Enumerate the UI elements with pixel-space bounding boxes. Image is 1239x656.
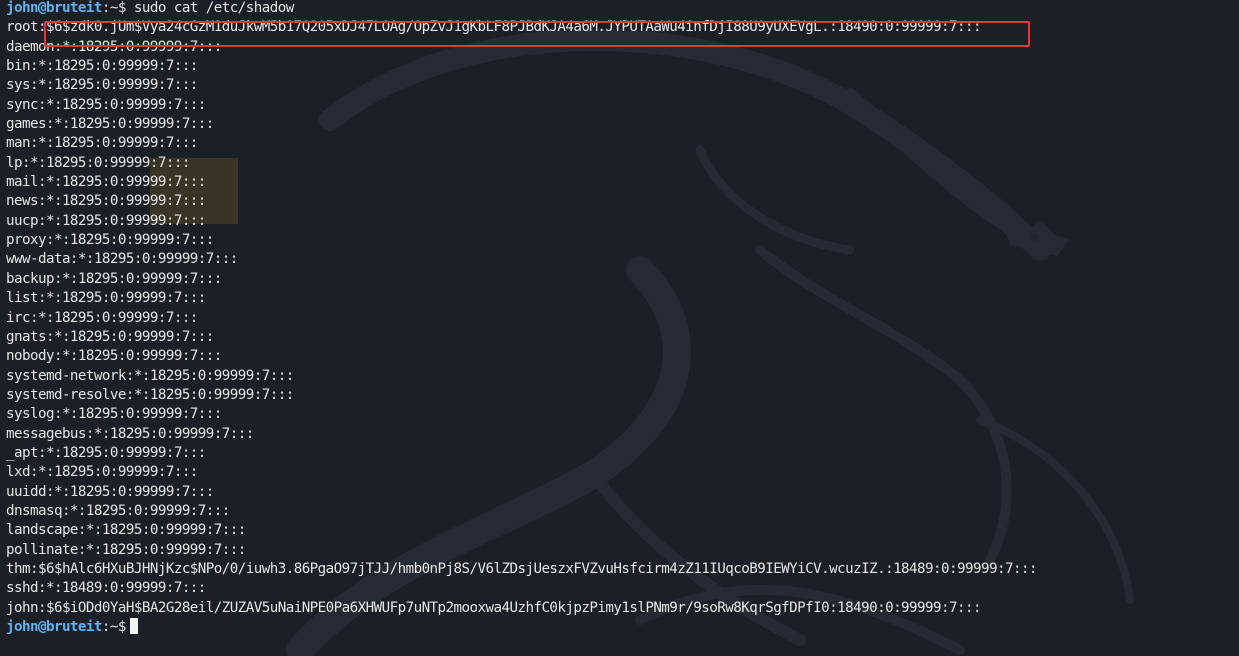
shadow-entry-line: games:*:18295:0:99999:7::: <box>6 116 214 133</box>
shadow-entry-line: _apt:*:18295:0:99999:7::: <box>6 444 206 461</box>
shadow-entry-line: gnats:*:18295:0:99999:7::: <box>6 328 214 345</box>
shadow-entry-line: backup:*:18295:0:99999:7::: <box>6 270 222 287</box>
shadow-entry-line: news:*:18295:0:99999:7::: <box>6 193 206 210</box>
shadow-entry-line: www-data:*:18295:0:99999:7::: <box>6 251 238 268</box>
shadow-entry-line: sshd:*:18489:0:99999:7::: <box>6 580 206 597</box>
prompt-user: john@bruteit <box>6 619 102 635</box>
shadow-entry-line: sync:*:18295:0:99999:7::: <box>6 96 206 113</box>
shadow-entry-line: irc:*:18295:0:99999:7::: <box>6 309 198 326</box>
final-prompt-line[interactable]: john@bruteit:~$ <box>6 618 1239 637</box>
shadow-entry-line: man:*:18295:0:99999:7::: <box>6 135 198 152</box>
shadow-entry-line: lxd:*:18295:0:99999:7::: <box>6 464 198 481</box>
prompt-user: john@bruteit <box>6 0 102 16</box>
shadow-entry-line: mail:*:18295:0:99999:7::: <box>6 174 206 191</box>
terminal-output: john@bruteit:~$ sudo cat /etc/shadow roo… <box>6 0 1239 637</box>
shadow-file-output: root:$6$zdk0.jUm$Vya24cGzM1duJkwM5b17Q20… <box>6 18 1239 618</box>
command-text: sudo cat /etc/shadow <box>133 0 294 16</box>
shadow-entry-line: systemd-resolve:*:18295:0:99999:7::: <box>6 386 294 403</box>
shadow-entry-line: john:$6$iODd0YaH$BA2G28eil/ZUZAV5uNaiNPE… <box>6 599 982 616</box>
prompt-separator: :~$ <box>101 619 127 635</box>
shadow-entry-line: pollinate:*:18295:0:99999:7::: <box>6 541 246 558</box>
shadow-entry-line: daemon:*:18295:0:99999:7::: <box>6 38 222 55</box>
shadow-entry-line: bin:*:18295:0:99999:7::: <box>6 58 198 75</box>
command-line: john@bruteit:~$ sudo cat /etc/shadow <box>6 0 1239 18</box>
shadow-entry-line: uucp:*:18295:0:99999:7::: <box>6 212 206 229</box>
terminal-window[interactable]: john@bruteit:~$ sudo cat /etc/shadow roo… <box>0 0 1239 656</box>
shadow-entry-line: systemd-network:*:18295:0:99999:7::: <box>6 367 294 384</box>
shadow-entry-line: thm:$6$hAlc6HXuBJHNjKzc$NPo/0/iuwh3.86Pg… <box>6 560 1037 577</box>
shadow-entry-line: root:$6$zdk0.jUm$Vya24cGzM1duJkwM5b17Q20… <box>6 19 982 36</box>
text-cursor <box>129 618 138 634</box>
shadow-entry-line: landscape:*:18295:0:99999:7::: <box>6 522 246 539</box>
shadow-entry-line: lp:*:18295:0:99999:7::: <box>6 154 190 171</box>
shadow-entry-line: list:*:18295:0:99999:7::: <box>6 290 206 307</box>
shadow-entry-line: nobody:*:18295:0:99999:7::: <box>6 348 222 365</box>
shadow-entry-line: syslog:*:18295:0:99999:7::: <box>6 406 222 423</box>
shadow-entry-line: proxy:*:18295:0:99999:7::: <box>6 232 214 249</box>
prompt-separator: :~$ <box>101 0 134 16</box>
shadow-entry-line: messagebus:*:18295:0:99999:7::: <box>6 425 254 442</box>
shadow-entry-line: uuidd:*:18295:0:99999:7::: <box>6 483 214 500</box>
shadow-entry-line: dnsmasq:*:18295:0:99999:7::: <box>6 502 230 519</box>
shadow-entry-line: sys:*:18295:0:99999:7::: <box>6 77 198 94</box>
